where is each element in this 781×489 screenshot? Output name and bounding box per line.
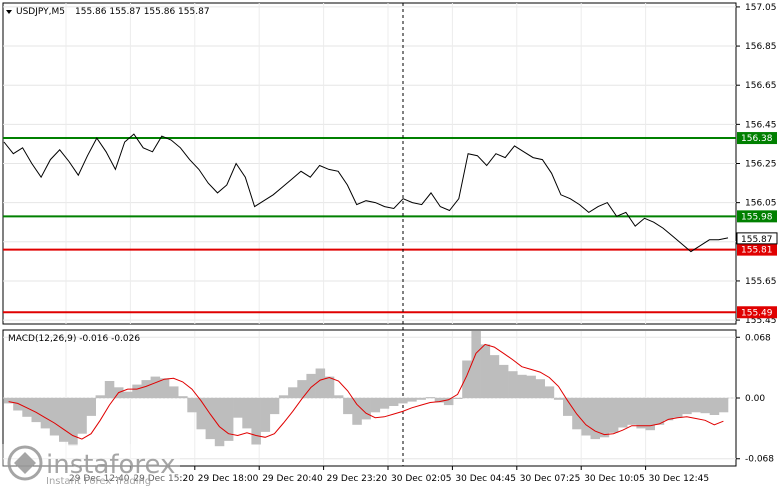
macd-histogram-bar	[77, 398, 87, 434]
symbol-label: USDJPY,M5	[16, 7, 65, 17]
macd-histogram-bar	[31, 398, 41, 423]
macd-histogram-bar	[526, 375, 536, 398]
macd-histogram-bar	[169, 386, 179, 398]
macd-histogram-bar	[333, 395, 344, 398]
macd-histogram-bar	[343, 398, 353, 415]
macd-histogram-bar	[233, 398, 243, 418]
time-tick-label: 29 Dec 20:40	[262, 474, 323, 484]
price-axis: 157.05 156.85 156.65 156.45 156.25 156.05 155.…	[736, 3, 777, 326]
chart-canvas: 157.05 156.85 156.65 156.45 156.25 156.05 155.…	[0, 2, 778, 489]
macd-histogram-bar	[196, 398, 206, 430]
macd-histogram-bar	[398, 398, 408, 404]
price-tick-label: 156.45	[745, 120, 777, 130]
macd-histogram-bar	[416, 398, 426, 400]
time-tick-label: 30 Dec 04:45	[455, 474, 516, 484]
macd-histogram-bar	[178, 396, 188, 398]
macd-histogram-bar	[132, 384, 142, 398]
time-tick-label: 29 Dec 18:00	[198, 474, 259, 484]
macd-histogram-bar	[95, 395, 106, 398]
macd-histogram-bar	[370, 398, 381, 413]
macd-histogram-bar	[581, 398, 591, 436]
macd-histogram-bar	[535, 379, 545, 398]
macd-histogram-bar	[636, 398, 646, 429]
macd-histogram-bar	[388, 398, 399, 406]
instaforex-logo: instaforex Instant Forex Trading	[0, 444, 180, 489]
time-tick-label: 30 Dec 10:05	[584, 474, 645, 484]
macd-histogram-bar	[104, 381, 115, 398]
macd-histogram-bar	[288, 387, 298, 398]
macd-histogram-bar	[150, 376, 161, 398]
macd-histogram-bar	[627, 398, 637, 425]
macd-label: MACD(12,26,9) -0.016 -0.026	[8, 334, 140, 344]
macd-tick-label: 0.068	[745, 333, 771, 343]
time-tick-label: 30 Dec 02:05	[391, 474, 452, 484]
macd-histogram-bar	[453, 398, 463, 399]
macd-histogram-bar	[599, 398, 610, 438]
level-badge-label: 156.38	[741, 134, 773, 144]
level-badge-label: 155.49	[741, 308, 773, 318]
macd-axis: 0.068 0.00 -0.068	[736, 333, 774, 465]
price-tick-label: 156.05	[745, 199, 777, 209]
macd-histogram-bar	[269, 398, 280, 415]
macd-histogram-bar	[682, 398, 692, 415]
macd-histogram-bar	[443, 398, 454, 406]
macd-histogram-bar	[123, 391, 133, 398]
macd-histogram-bar	[86, 398, 96, 416]
macd-histogram-bar	[324, 376, 335, 398]
macd-histogram-bar	[691, 398, 701, 413]
time-tick-label: 30 Dec 07:25	[520, 474, 581, 484]
macd-histogram-bar	[315, 368, 326, 398]
macd-histogram-bar	[618, 398, 628, 428]
macd-histogram-bar	[517, 374, 527, 398]
macd-histogram-bar	[187, 398, 197, 413]
price-tick-label: 155.65	[745, 277, 777, 287]
time-tick-label: 30 Dec 12:45	[649, 474, 710, 484]
svg-text:155.87: 155.87	[741, 235, 773, 245]
level-badge-label: 155.81	[741, 246, 773, 256]
macd-histogram-bar	[361, 398, 371, 420]
macd-histogram-bar	[306, 373, 316, 398]
macd-histogram-bar	[379, 398, 390, 409]
macd-histogram-bar	[278, 395, 289, 398]
macd-histogram-bar	[480, 344, 491, 398]
macd-histogram-bar	[407, 398, 417, 402]
level-badge-label: 155.98	[741, 212, 773, 222]
macd-histogram-bar	[425, 397, 436, 399]
macd-histogram-bar	[49, 398, 60, 436]
macd-tick-label: 0.00	[745, 394, 765, 404]
macd-histogram-bar	[489, 355, 500, 398]
macd-histogram-bar	[59, 398, 69, 442]
macd-histogram-bar	[40, 398, 51, 429]
macd-histogram-bar	[471, 331, 481, 398]
macd-histogram-bar	[709, 398, 720, 415]
macd-histogram-bar	[498, 364, 509, 398]
macd-histogram-bar	[663, 398, 674, 421]
macd-histogram-bar	[508, 371, 518, 398]
macd-histogram-bar	[13, 398, 23, 411]
macd-tick-label: -0.068	[745, 455, 774, 465]
macd-histogram-bar	[352, 398, 362, 425]
macd-histogram-bar	[544, 386, 555, 398]
watermark-tagline: Instant Forex Trading	[46, 476, 151, 487]
time-tick-label: 29 Dec 23:20	[327, 474, 388, 484]
price-tick-label: 156.85	[745, 42, 777, 52]
macd-histogram-bar	[260, 398, 271, 432]
macd-histogram-bar	[159, 378, 170, 398]
macd-histogram-bar	[608, 398, 619, 433]
macd-histogram-bar	[68, 398, 78, 446]
macd-histogram-bar	[654, 398, 665, 425]
macd-histogram-bar	[673, 398, 683, 418]
macd-histogram-bar	[297, 380, 307, 398]
macd-histogram-bar	[553, 398, 564, 400]
macd-histogram-bar	[700, 398, 710, 414]
price-tick-label: 157.05	[745, 3, 777, 13]
price-tick-label: 156.65	[745, 81, 777, 91]
ohlc-values: 155.86 155.87 155.86 155.87	[75, 7, 210, 17]
macd-histogram-bar	[242, 398, 252, 429]
price-tick-label: 156.25	[745, 160, 777, 170]
macd-histogram-bar	[141, 380, 151, 398]
current-price-badge: 155.87	[736, 232, 778, 245]
macd-histogram-bar	[718, 398, 729, 413]
macd-histogram-bar	[251, 398, 261, 445]
